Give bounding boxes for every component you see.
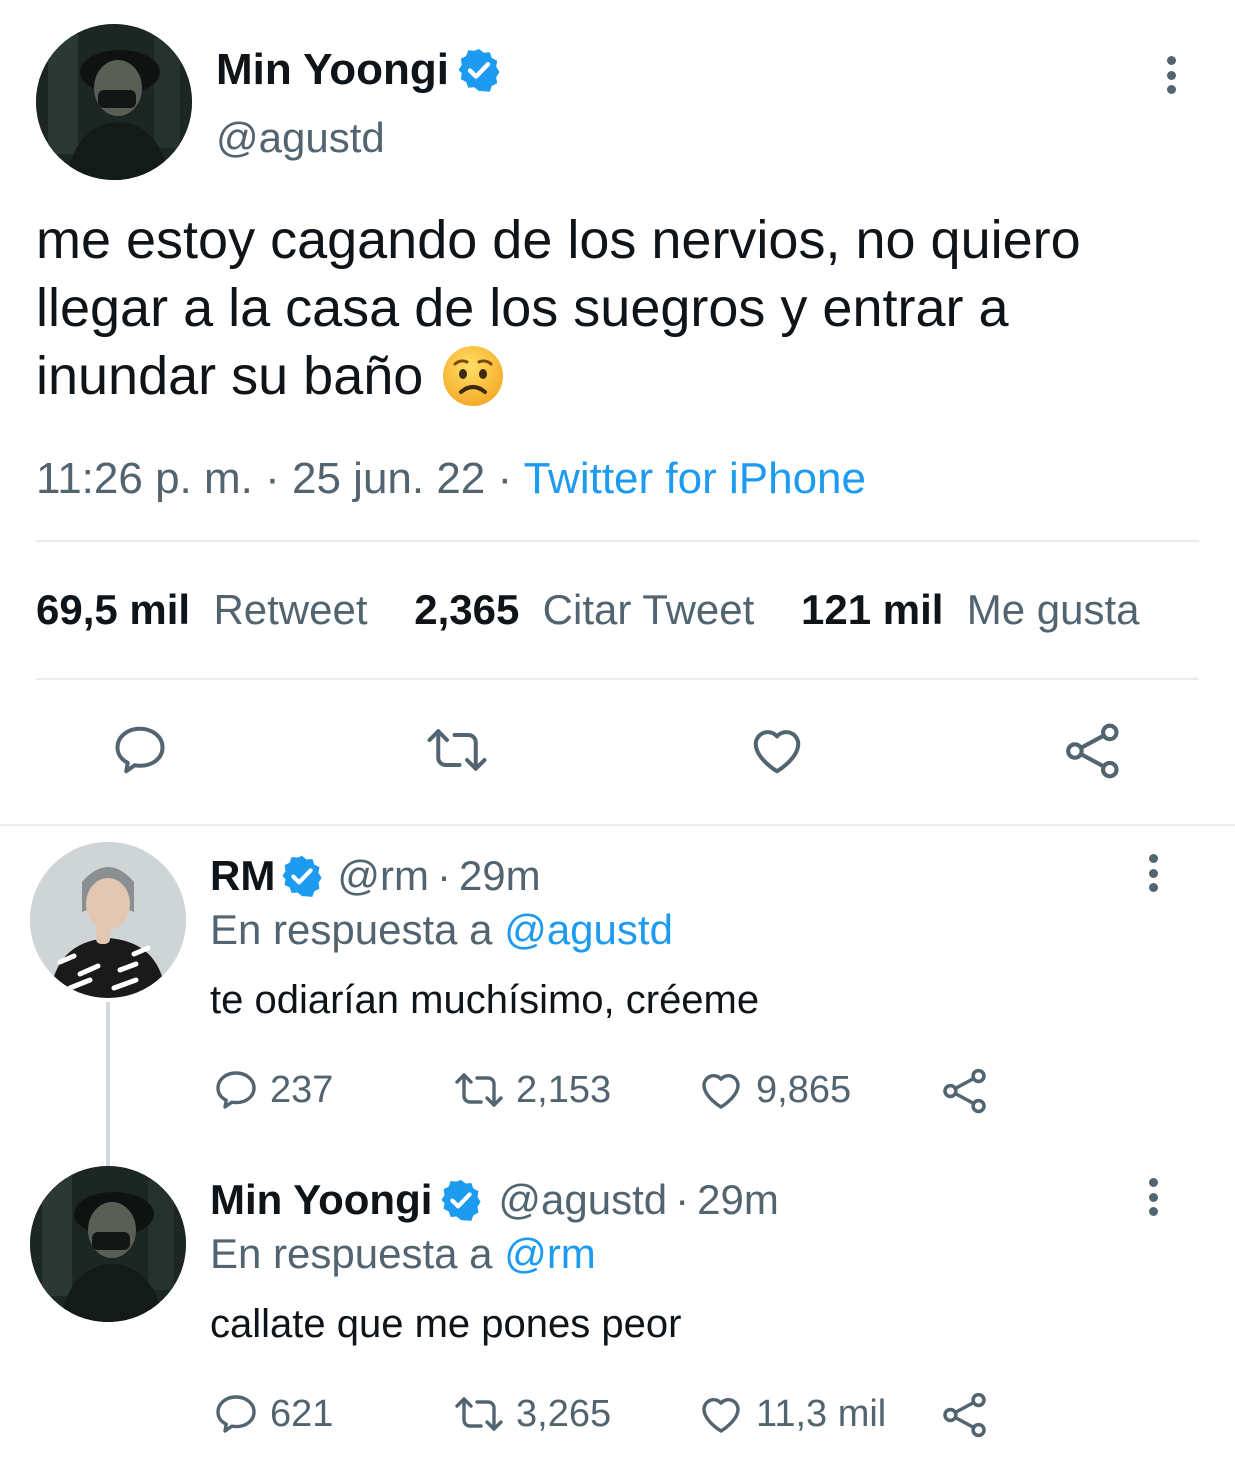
like-button[interactable]: 11,3 mil xyxy=(696,1390,886,1438)
author-handle[interactable]: @agustd xyxy=(216,114,385,162)
reply-button[interactable]: 621 xyxy=(212,1390,333,1438)
heart-icon xyxy=(753,730,801,774)
meta-separator: · xyxy=(436,852,451,899)
share-button[interactable] xyxy=(940,1066,990,1121)
heart-icon xyxy=(702,1398,740,1433)
like-button[interactable] xyxy=(746,720,808,785)
retweet-icon xyxy=(427,729,487,771)
author-name[interactable]: Min Yoongi xyxy=(216,45,449,95)
heart-icon xyxy=(702,1074,740,1109)
reply-context-label: En respuesta a xyxy=(210,1230,493,1277)
reply-count: 237 xyxy=(270,1068,334,1111)
tweet-meta: 11:26 p. m. · 25 jun. 22 · Twitter for i… xyxy=(36,454,866,504)
reply-button[interactable] xyxy=(110,720,170,785)
tweet-text: me estoy cagando de los nervios, no quie… xyxy=(36,206,1216,410)
retweets-stat[interactable]: 69,5 mil Retweet xyxy=(36,586,379,633)
likes-label: Me gusta xyxy=(966,586,1140,633)
author-name[interactable]: Min Yoongi xyxy=(210,1176,432,1224)
author-handle[interactable]: @rm xyxy=(337,852,429,900)
tweet-text: callate que me pones peor xyxy=(210,1302,682,1346)
more-options-icon[interactable] xyxy=(1146,1178,1160,1216)
verified-badge-icon xyxy=(441,1179,481,1221)
retweet-count: 3,265 xyxy=(516,1392,612,1435)
thread-line xyxy=(106,1002,110,1168)
verified-badge-icon xyxy=(282,855,322,897)
likes-stat[interactable]: 121 mil Me gusta xyxy=(801,586,1140,633)
avatar[interactable] xyxy=(30,1166,186,1322)
tweet-source-link[interactable]: Twitter for iPhone xyxy=(524,454,866,503)
retweets-label: Retweet xyxy=(213,586,368,633)
avatar[interactable] xyxy=(30,842,186,998)
like-count: 9,865 xyxy=(756,1068,852,1111)
quotes-label: Citar Tweet xyxy=(542,586,755,633)
retweets-count: 69,5 mil xyxy=(36,586,191,633)
meta-separator: · xyxy=(265,454,280,503)
share-button[interactable] xyxy=(1062,720,1124,787)
tweet-text: te odiarían muchísimo, créeme xyxy=(210,978,760,1022)
share-icon xyxy=(943,1392,986,1438)
avatar[interactable] xyxy=(36,24,192,180)
tweet-time: 29m xyxy=(697,1176,779,1223)
reply-count: 621 xyxy=(270,1392,334,1435)
tweet-text-line: llegar a la casa de los suegros y entrar… xyxy=(36,278,1009,338)
tweet-text-line: inundar su baño xyxy=(36,346,424,406)
tweet-time: 29m xyxy=(458,852,541,899)
retweet-button[interactable] xyxy=(424,720,490,785)
retweet-count: 2,153 xyxy=(516,1068,612,1111)
author-handle[interactable]: @agustd xyxy=(498,1176,667,1224)
tweet-stats: 69,5 mil Retweet 2,365 Citar Tweet 121 m… xyxy=(36,586,1140,634)
more-options-icon[interactable] xyxy=(1164,56,1178,94)
quotes-stat[interactable]: 2,365 Citar Tweet xyxy=(414,586,766,633)
quotes-count: 2,365 xyxy=(414,586,520,633)
verified-badge-icon xyxy=(458,49,500,92)
meta-separator: · xyxy=(675,1176,690,1223)
reply-icon xyxy=(115,726,165,774)
retweet-icon xyxy=(455,1397,503,1431)
reply-icon xyxy=(216,1071,256,1109)
reply-button[interactable]: 237 xyxy=(212,1066,333,1114)
reply-to-link[interactable]: @rm xyxy=(504,1230,596,1277)
retweet-button[interactable]: 3,265 xyxy=(452,1390,611,1438)
divider xyxy=(36,540,1199,542)
meta-separator: · xyxy=(497,454,513,503)
worried-face-emoji xyxy=(441,344,505,408)
share-button[interactable] xyxy=(940,1390,990,1445)
reply-context-label: En respuesta a xyxy=(210,906,493,953)
divider xyxy=(0,824,1235,826)
like-button[interactable]: 9,865 xyxy=(696,1066,851,1114)
likes-count: 121 mil xyxy=(801,586,944,633)
retweet-icon xyxy=(455,1073,503,1107)
author-name[interactable]: RM xyxy=(210,852,275,900)
reply-to-link[interactable]: @agustd xyxy=(504,906,673,953)
more-options-icon[interactable] xyxy=(1146,854,1160,892)
tweet-text-line: me estoy cagando de los nervios, no quie… xyxy=(36,210,1081,270)
retweet-button[interactable]: 2,153 xyxy=(452,1066,611,1114)
share-icon xyxy=(1066,723,1119,779)
like-count: 11,3 mil xyxy=(756,1392,887,1435)
tweet-time: 11:26 p. m. xyxy=(36,454,253,503)
share-icon xyxy=(943,1068,986,1114)
divider xyxy=(36,678,1199,680)
reply-icon xyxy=(216,1395,256,1433)
tweet-date: 25 jun. 22 xyxy=(292,454,486,503)
